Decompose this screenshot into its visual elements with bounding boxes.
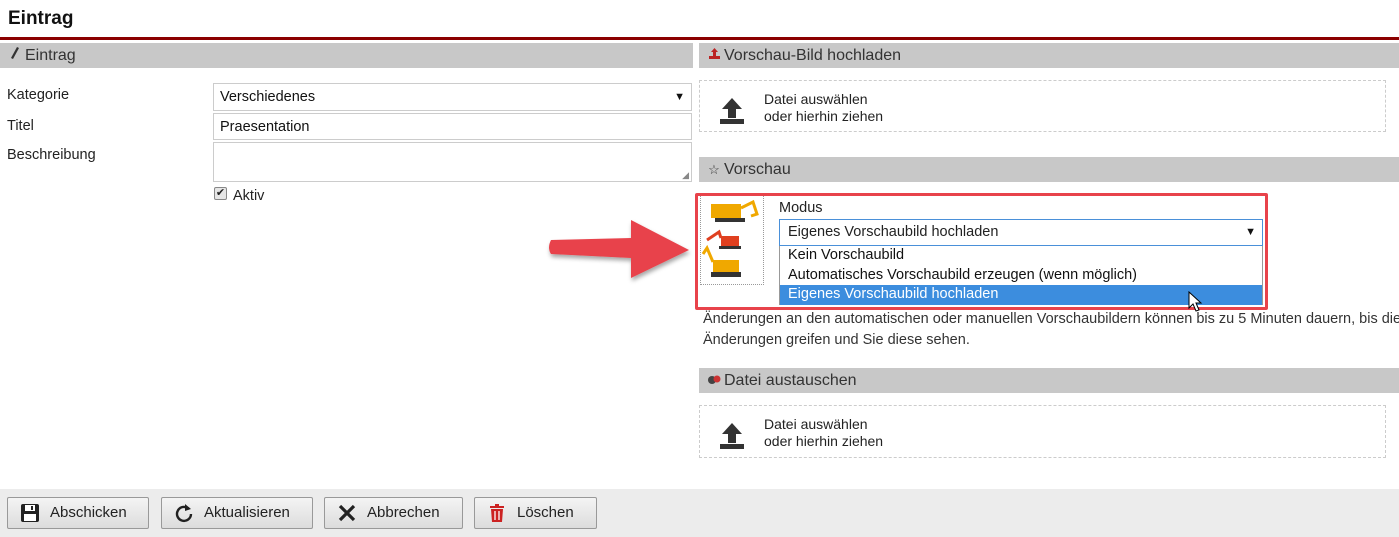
section-header-datei-austauschen: Datei austauschen: [699, 368, 1399, 393]
dropzone-text: Datei auswählen oder hierhin ziehen: [764, 91, 883, 125]
dropzone-text: Datei auswählen oder hierhin ziehen: [764, 416, 883, 450]
beschreibung-label: Beschreibung: [7, 147, 96, 163]
datei-dropzone[interactable]: Datei auswählen oder hierhin ziehen: [699, 405, 1386, 458]
submit-label: Abschicken: [50, 504, 127, 521]
highlight-box: [695, 193, 1268, 310]
section-header-vorschau: ☆ Vorschau: [699, 157, 1399, 182]
close-icon: [338, 504, 356, 522]
kategorie-label: Kategorie: [7, 87, 70, 103]
dropdown-arrow-icon: ▼: [674, 91, 685, 103]
kategorie-select[interactable]: Verschiedenes ▼: [213, 83, 692, 111]
aktiv-label: Aktiv: [233, 188, 265, 204]
page-header: Eintrag: [0, 0, 1399, 40]
refresh-icon: [175, 504, 193, 523]
dropzone-line1[interactable]: Datei auswählen: [764, 91, 883, 108]
upload-icon: [720, 423, 744, 449]
dropzone-line2: oder hierhin ziehen: [764, 433, 884, 449]
star-icon: ☆: [708, 162, 720, 177]
red-arrow-annotation: [549, 220, 689, 278]
exchange-icon: [706, 368, 722, 393]
save-icon: [21, 504, 39, 522]
section-title: Eintrag: [25, 47, 76, 64]
refresh-label: Aktualisieren: [204, 504, 290, 521]
preview-note: Änderungen an den automatischen oder man…: [703, 311, 1399, 348]
titel-input[interactable]: Praesentation: [213, 113, 692, 140]
section-title: Vorschau-Bild hochladen: [724, 47, 902, 64]
upload-icon: [720, 98, 744, 124]
dropzone-line1[interactable]: Datei auswählen: [764, 416, 883, 433]
pencil-icon: [7, 43, 23, 68]
titel-label: Titel: [7, 118, 34, 134]
cancel-button[interactable]: Abbrechen: [324, 497, 463, 529]
submit-button[interactable]: Abschicken: [7, 497, 149, 529]
titel-value: Praesentation: [220, 119, 310, 135]
page-title: Eintrag: [8, 8, 74, 29]
section-title: Vorschau: [724, 161, 791, 178]
beschreibung-textarea[interactable]: ◢: [213, 142, 692, 182]
trash-icon: [490, 504, 504, 522]
resize-grip-icon[interactable]: ◢: [682, 171, 689, 180]
upload-small-icon: [706, 43, 722, 68]
cancel-label: Abbrechen: [367, 504, 440, 521]
kategorie-value: Verschiedenes: [220, 89, 316, 105]
dropzone-line2: oder hierhin ziehen: [764, 108, 884, 124]
delete-label: Löschen: [517, 504, 574, 521]
section-title: Datei austauschen: [724, 372, 857, 389]
delete-button[interactable]: Löschen: [474, 497, 597, 529]
aktiv-checkbox[interactable]: ✔: [214, 187, 227, 200]
section-header-vorschau-upload: Vorschau-Bild hochladen: [699, 43, 1399, 68]
vorschau-dropzone[interactable]: Datei auswählen oder hierhin ziehen: [699, 80, 1386, 132]
refresh-button[interactable]: Aktualisieren: [161, 497, 313, 529]
section-header-eintrag: Eintrag: [0, 43, 693, 68]
